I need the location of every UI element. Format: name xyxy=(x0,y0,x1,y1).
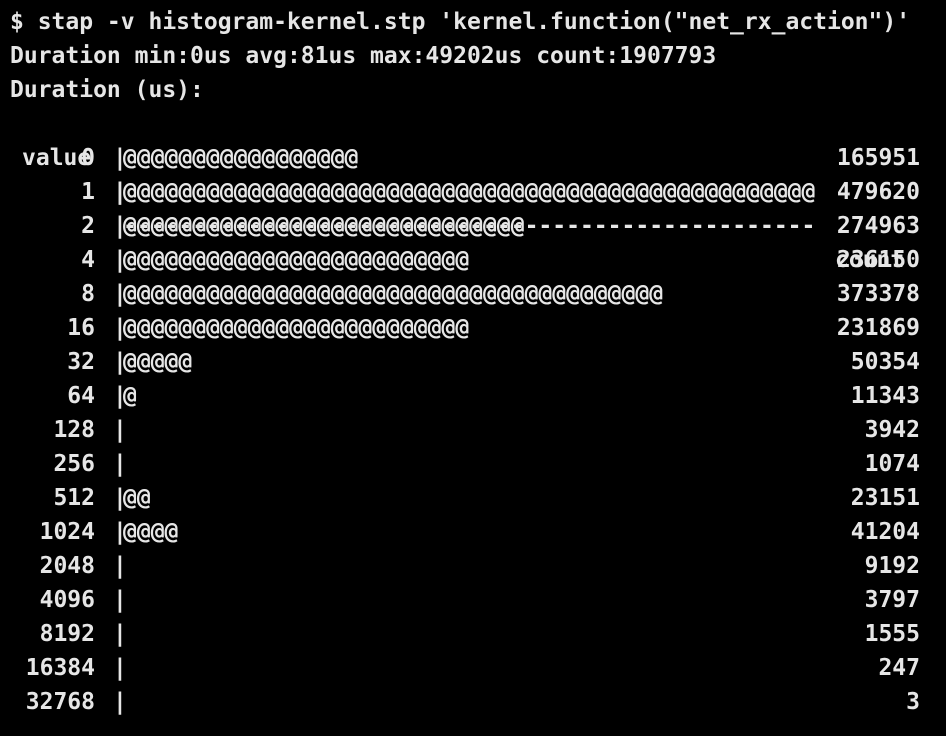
row-separator: | xyxy=(113,587,127,613)
row-bar: @@ xyxy=(123,485,151,511)
histogram-row: 2048 | 9192 xyxy=(10,549,946,583)
row-bar: @@@@@@@@@@@@@@@@@@@@@@@@@@@@@@@@@@@@@@@@… xyxy=(123,179,816,205)
row-value: 128 xyxy=(53,417,95,443)
row-bar: @@@@@@@@@@@@@@@@@@@@@@@@@@@@@ xyxy=(123,213,525,239)
row-count: 236150 xyxy=(836,247,920,273)
histogram-row: 2 | @@@@@@@@@@@@@@@@@@@@@@@@@@@@@ 274963 xyxy=(10,209,946,243)
row-count: 50354 xyxy=(850,349,920,375)
row-count: 247 xyxy=(878,655,920,681)
histogram-row: 0 | @@@@@@@@@@@@@@@@@ 165951 xyxy=(10,141,946,175)
histogram-row: 16384 | 247 xyxy=(10,651,946,685)
terminal-output: $ stap -v histogram-kernel.stp 'kernel.f… xyxy=(10,5,946,719)
row-value: 8 xyxy=(81,281,95,307)
row-value: 2048 xyxy=(39,553,95,579)
row-value: 2 xyxy=(81,213,95,239)
row-count: 3797 xyxy=(864,587,920,613)
row-value: 32768 xyxy=(25,689,95,715)
row-value: 64 xyxy=(67,383,95,409)
histogram-row: 8 | @@@@@@@@@@@@@@@@@@@@@@@@@@@@@@@@@@@@@@… xyxy=(10,277,946,311)
histogram-row: 256 | 1074 xyxy=(10,447,946,481)
row-bar: @@@@@@@@@@@@@@@@@@@@@@@@@@@@@@@@@@@@@@@ xyxy=(123,281,664,307)
row-value: 4 xyxy=(81,247,95,273)
row-count: 9192 xyxy=(864,553,920,579)
row-value: 512 xyxy=(53,485,95,511)
row-separator: | xyxy=(113,553,127,579)
row-count: 1555 xyxy=(864,621,920,647)
row-value: 0 xyxy=(81,145,95,171)
row-count: 11343 xyxy=(850,383,920,409)
row-count: 41204 xyxy=(850,519,920,545)
row-value: 1024 xyxy=(39,519,95,545)
row-separator: | xyxy=(113,451,127,477)
row-value: 1 xyxy=(81,179,95,205)
command-line: $ stap -v histogram-kernel.stp 'kernel.f… xyxy=(10,9,911,35)
histogram-row: 128 | 3942 xyxy=(10,413,946,447)
row-bar: @@@@ xyxy=(123,519,179,545)
row-count: 165951 xyxy=(836,145,920,171)
row-bar: @@@@@@@@@@@@@@@@@@@@@@@@@ xyxy=(123,247,470,273)
histogram-row: 16 | @@@@@@@@@@@@@@@@@@@@@@@@@ 231869 xyxy=(10,311,946,345)
row-bar: @@@@@@@@@@@@@@@@@@@@@@@@@ xyxy=(123,315,470,341)
row-bar: @ xyxy=(123,383,137,409)
row-value: 32 xyxy=(67,349,95,375)
row-count: 231869 xyxy=(836,315,920,341)
histogram-header: value | --------------------------------… xyxy=(10,107,946,273)
histogram-row: 512 | @@ 23151 xyxy=(10,481,946,515)
row-count: 23151 xyxy=(850,485,920,511)
row-count: 373378 xyxy=(836,281,920,307)
row-value: 16384 xyxy=(25,655,95,681)
row-value: 8192 xyxy=(39,621,95,647)
row-separator: | xyxy=(113,621,127,647)
row-value: 256 xyxy=(53,451,95,477)
histogram-row: 32768 | 3 xyxy=(10,685,946,719)
histogram-row: 1 | @@@@@@@@@@@@@@@@@@@@@@@@@@@@@@@@@@@@@@… xyxy=(10,175,946,209)
row-count: 479620 xyxy=(836,179,920,205)
row-count: 1074 xyxy=(864,451,920,477)
row-separator: | xyxy=(113,417,127,443)
row-separator: | xyxy=(113,655,127,681)
row-count: 3942 xyxy=(864,417,920,443)
row-bar: @@@@@@@@@@@@@@@@@ xyxy=(123,145,359,171)
histogram-row: 1024 | @@@@ 41204 xyxy=(10,515,946,549)
histogram-row: 8192 | 1555 xyxy=(10,617,946,651)
row-value: 4096 xyxy=(39,587,95,613)
row-value: 16 xyxy=(67,315,95,341)
histogram-row: 64 | @11343 xyxy=(10,379,946,413)
histogram-title: Duration (us): xyxy=(10,77,204,103)
histogram-row: 32 | @@@@@ 50354 xyxy=(10,345,946,379)
histogram-row: 4096 | 3797 xyxy=(10,583,946,617)
histogram-rows: 0 | @@@@@@@@@@@@@@@@@ 165951 1 | @@@@@@@@@@@@@… xyxy=(10,141,946,719)
summary-line: Duration min:0us avg:81us max:49202us co… xyxy=(10,43,717,69)
histogram-row: 4 | @@@@@@@@@@@@@@@@@@@@@@@@@ 236150 xyxy=(10,243,946,277)
row-count: 274963 xyxy=(836,213,920,239)
row-separator: | xyxy=(113,689,127,715)
row-bar: @@@@@ xyxy=(123,349,193,375)
row-count: 3 xyxy=(906,689,920,715)
